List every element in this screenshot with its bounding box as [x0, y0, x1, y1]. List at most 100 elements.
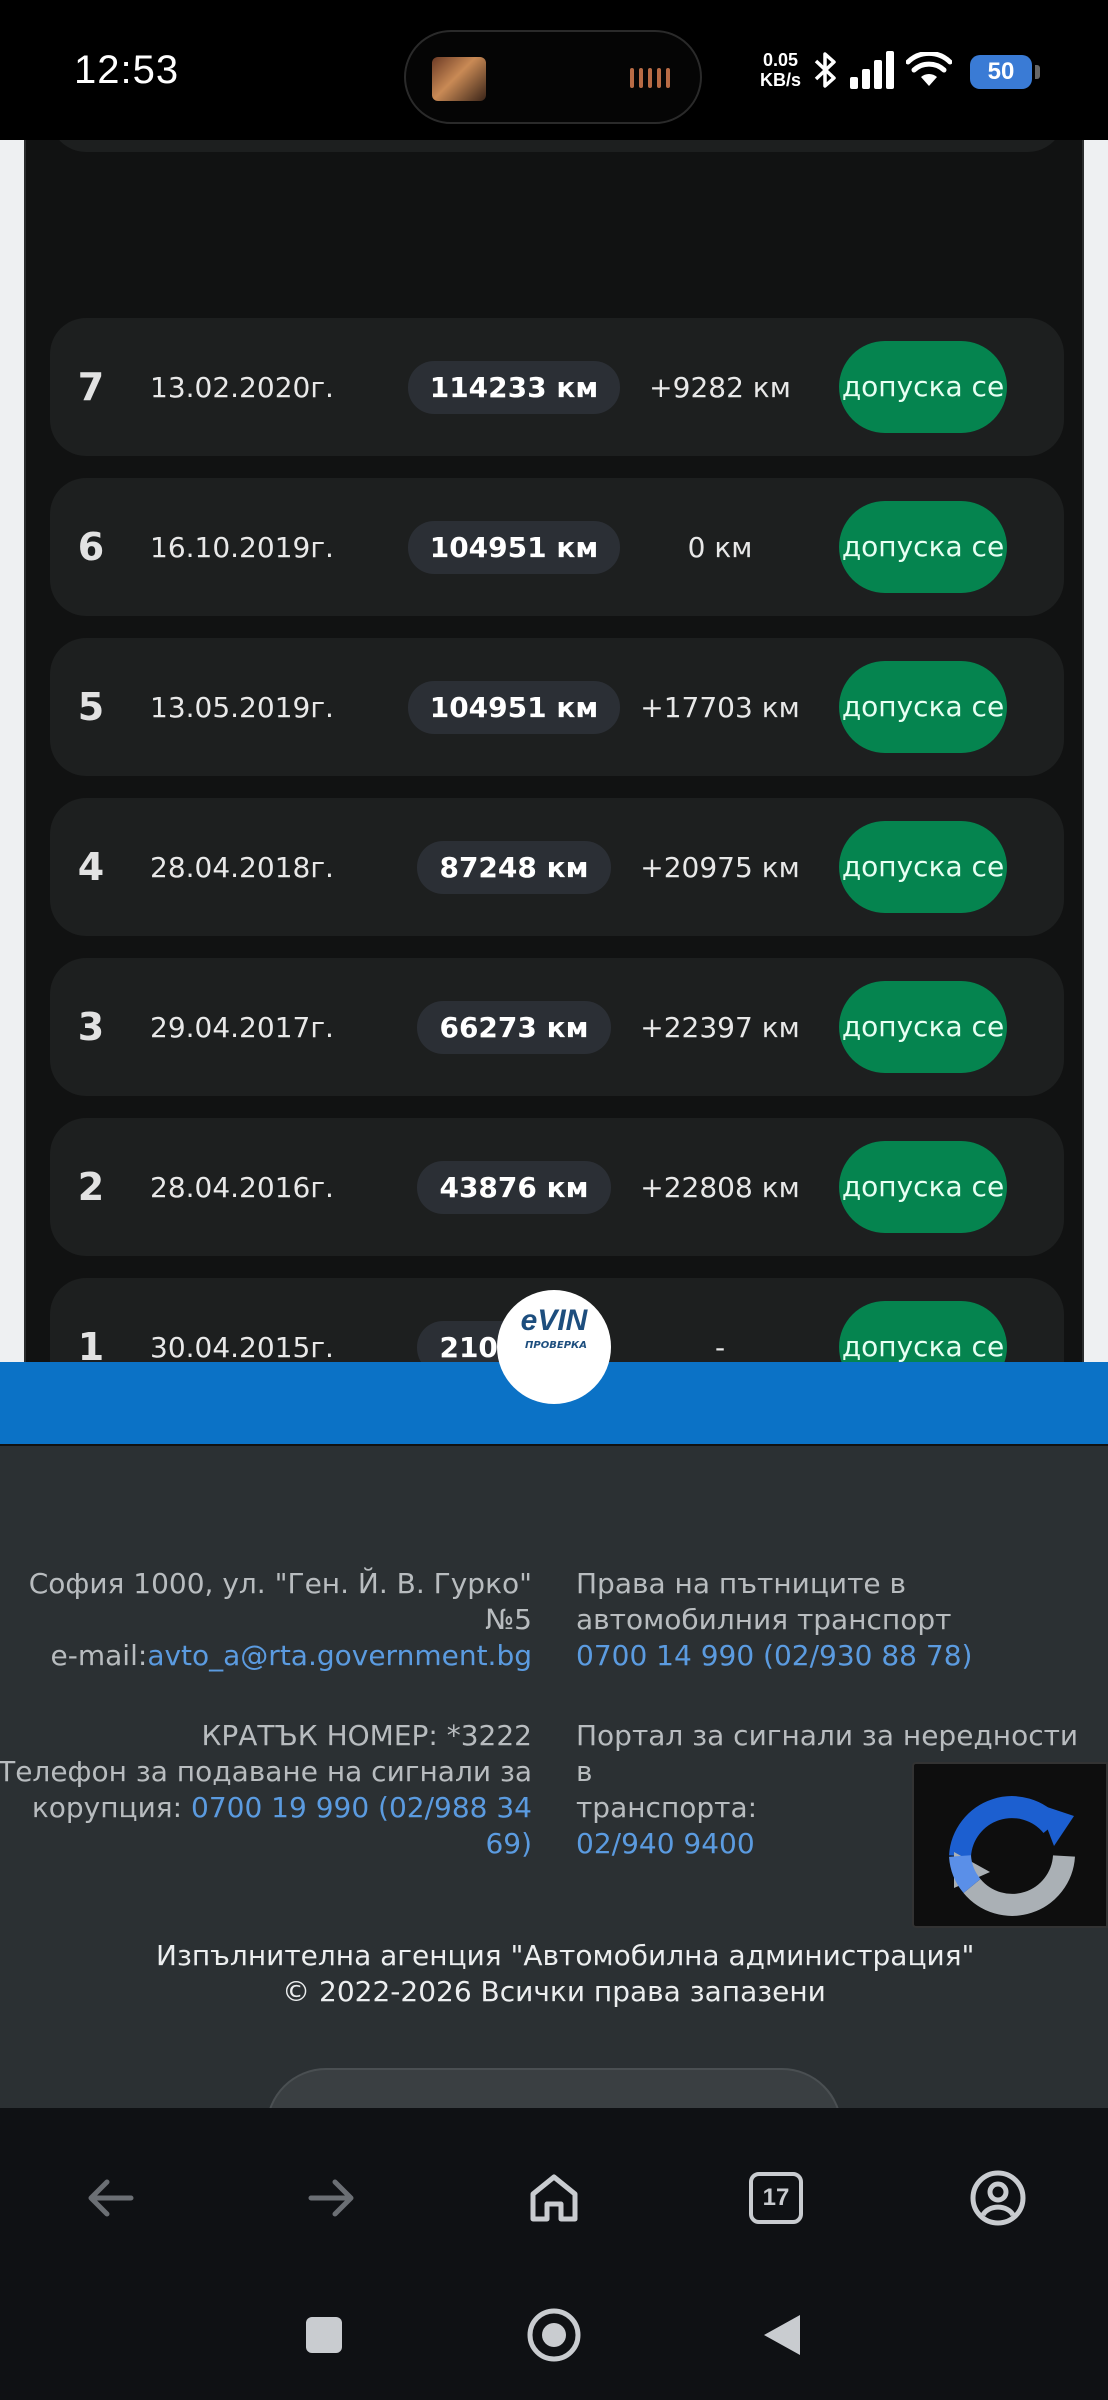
copyright: © 2022-2026 Всички права запазени	[282, 1975, 826, 2008]
system-home-button[interactable]	[519, 2300, 589, 2370]
odometer-cell: 87248 км	[404, 798, 624, 936]
history-row: 3 29.04.2017г. 66273 км +22397 км допуска се	[50, 958, 1064, 1096]
row-number: 7	[77, 365, 105, 409]
mileage-difference: 0 км	[687, 530, 753, 564]
corruption-label: корупция:	[31, 1791, 191, 1824]
address-line-1: София 1000, ул. "Ген. Й. В. Гурко"	[28, 1567, 532, 1600]
row-number: 5	[77, 685, 105, 729]
status-cell: допуска се	[838, 318, 1008, 456]
inspection-date: 28.04.2016г.	[150, 1170, 334, 1204]
network-speed: 0.05 KB/s	[760, 50, 801, 90]
address-line-2: №5	[485, 1603, 532, 1636]
odometer-cell: 43876 км	[404, 1118, 624, 1256]
status-badge: допуска се	[839, 501, 1007, 593]
odometer-badge: 104951 км	[407, 680, 621, 734]
forward-button[interactable]	[292, 2158, 372, 2238]
status-badge: допуска се	[839, 1141, 1007, 1233]
mileage-difference: +20975 км	[640, 850, 800, 884]
corruption-phone-link[interactable]: 0700 19 990 (02/988 34	[191, 1791, 532, 1824]
history-row: 6 16.10.2019г. 104951 км 0 км допуска се	[50, 478, 1064, 616]
rights-line-2: автомобилния транспорт	[576, 1603, 952, 1636]
mileage-difference: +22808 км	[640, 1170, 800, 1204]
odometer-badge: 87248 км	[417, 840, 611, 894]
odometer-cell: 66273 км	[404, 958, 624, 1096]
history-row: 4 28.04.2018г. 87248 км +20975 км допуска се	[50, 798, 1064, 936]
home-button[interactable]	[514, 2158, 594, 2238]
row-number: 4	[77, 845, 105, 889]
odometer-cell: 114233 км	[404, 318, 624, 456]
evin-logo[interactable]: eVIN ПРОВЕРКА	[497, 1290, 611, 1404]
rights-phone-link[interactable]: 0700 14 990 (02/930 88 78)	[576, 1638, 1096, 1674]
status-badge: допуска се	[839, 341, 1007, 433]
inspection-date: 13.02.2020г.	[150, 370, 334, 404]
email-label: e-mail:	[50, 1639, 148, 1672]
email-line: e-mail:avto_a@rta.government.bg	[12, 1638, 532, 1674]
agency-name: Изпълнителна агенция "Автомобилна админи…	[156, 1939, 975, 1972]
arrow-left-icon	[88, 2179, 134, 2217]
evin-logo-sub: ПРОВЕРКА	[525, 1340, 587, 1351]
arrow-right-icon	[308, 2179, 354, 2217]
rights-line-1: Права на пътниците в	[576, 1567, 907, 1600]
status-cell: допуска се	[838, 638, 1008, 776]
history-row-partial	[50, 140, 1064, 152]
status-cell: допуска се	[838, 798, 1008, 936]
status-badge: допуска се	[839, 981, 1007, 1073]
signal-icon	[850, 51, 894, 89]
status-cell: допуска се	[838, 958, 1008, 1096]
inspection-history-card: 7 13.02.2020г. 114233 км +9282 км допуска се…	[24, 140, 1084, 1454]
evin-logo-text: eVIN	[520, 1304, 588, 1337]
footer-contacts: КРАТЪК НОМЕР: *3222 Телефон за подаване …	[0, 1718, 532, 1862]
scroll-to-top-tab[interactable]	[266, 2068, 842, 2108]
status-icons	[810, 50, 952, 90]
history-row: 2 28.04.2016г. 43876 км +22808 км допуска се	[50, 1118, 1064, 1256]
email-link[interactable]: avto_a@rta.government.bg	[147, 1639, 532, 1672]
mileage-difference: +17703 км	[640, 690, 800, 724]
network-speed-unit: KB/s	[760, 70, 802, 90]
recaptcha-badge[interactable]	[912, 1762, 1108, 1928]
triangle-back-icon	[764, 2315, 800, 2355]
circle-icon	[527, 2308, 581, 2362]
row-number: 6	[77, 525, 105, 569]
wifi-icon	[906, 52, 952, 86]
recaptcha-icon	[949, 1796, 1075, 1916]
inspection-date: 28.04.2018г.	[150, 850, 334, 884]
history-row: 7 13.02.2020г. 114233 км +9282 км допуска се	[50, 318, 1064, 456]
odometer-cell: 104951 км	[404, 478, 624, 616]
status-cell: допуска се	[838, 478, 1008, 616]
account-icon	[970, 2170, 1026, 2226]
corruption-line-1: Телефон за подаване на сигнали за	[0, 1755, 532, 1788]
mileage-difference: +22397 км	[640, 1010, 800, 1044]
account-button[interactable]	[958, 2158, 1038, 2238]
status-time: 12:53	[74, 48, 180, 92]
status-cell: допуска се	[838, 1118, 1008, 1256]
odometer-badge: 104951 км	[407, 520, 621, 574]
corruption-phone-link-cont[interactable]: 69)	[0, 1826, 532, 1862]
short-number: КРАТЪК НОМЕР: *3222	[201, 1719, 532, 1752]
system-back-button[interactable]	[747, 2300, 817, 2370]
dynamic-island[interactable]	[404, 30, 702, 124]
recents-button[interactable]	[289, 2300, 359, 2370]
square-icon	[306, 2317, 342, 2353]
status-bar: 12:53 0.05 KB/s 50	[0, 0, 1108, 140]
odometer-badge: 66273 км	[417, 1000, 611, 1054]
bluetooth-icon	[814, 52, 836, 88]
status-badge: допуска се	[839, 661, 1007, 753]
media-thumbnail	[432, 57, 486, 101]
inspection-date: 16.10.2019г.	[150, 530, 334, 564]
odometer-badge: 43876 км	[417, 1160, 611, 1214]
footer-address: София 1000, ул. "Ген. Й. В. Гурко" №5 e-…	[12, 1566, 532, 1674]
corruption-line-2: корупция: 0700 19 990 (02/988 34	[0, 1790, 532, 1826]
back-button[interactable]	[70, 2158, 150, 2238]
status-badge: допуска се	[839, 821, 1007, 913]
inspection-date: 29.04.2017г.	[150, 1010, 334, 1044]
footer-passenger-rights: Права на пътниците в автомобилния трансп…	[576, 1566, 1096, 1674]
battery-indicator: 50	[970, 55, 1040, 89]
odometer-badge: 114233 км	[407, 360, 621, 414]
audio-visualizer-icon	[630, 68, 670, 88]
network-speed-value: 0.05	[762, 50, 799, 70]
mileage-difference: +9282 км	[649, 370, 791, 404]
home-icon	[530, 2174, 578, 2222]
tabs-button[interactable]: 17	[736, 2158, 816, 2238]
row-number: 3	[77, 1005, 105, 1049]
row-number: 2	[77, 1165, 105, 1209]
